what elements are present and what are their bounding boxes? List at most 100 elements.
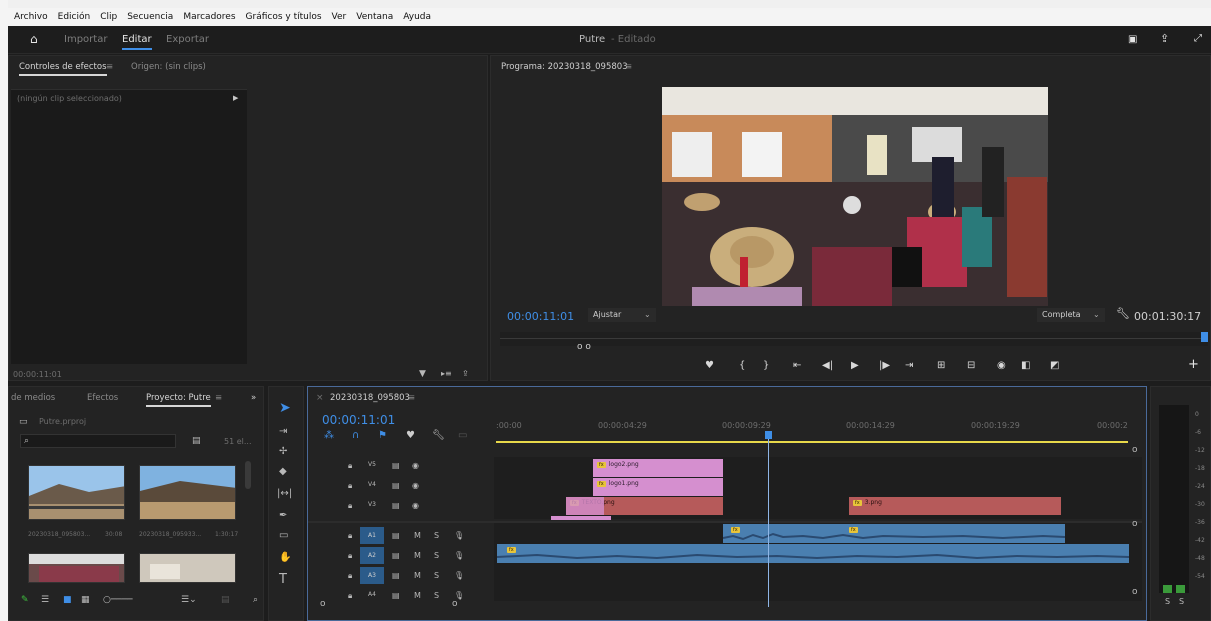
project-item-thumbnail[interactable] (139, 553, 236, 583)
share-icon[interactable]: ⇪ (1160, 33, 1169, 44)
menu-archivo[interactable]: Archivo (14, 12, 48, 22)
hand-tool-icon[interactable]: ✋ (279, 553, 291, 563)
sort-icon[interactable]: ☰⌄ (181, 595, 197, 605)
comparison-view-icon[interactable]: ◧ (1021, 360, 1030, 371)
scroll-handle-top[interactable]: o (1132, 445, 1138, 455)
program-timecode[interactable]: 00:00:11:01 (507, 310, 574, 323)
go-to-in-icon[interactable]: ⇤ (793, 360, 801, 371)
clip-partial[interactable] (551, 516, 611, 520)
scroll-handle-bottom[interactable]: o (1132, 587, 1138, 597)
microphone-icon[interactable]: 🎙︎ (454, 531, 464, 540)
project-menu-icon[interactable]: ≡ (215, 393, 222, 403)
zoom-scroll-handles[interactable]: o o (577, 342, 591, 352)
icon-view-icon[interactable]: ■ (63, 595, 72, 605)
menu-clip[interactable]: Clip (100, 12, 117, 22)
track-label[interactable]: A2 (360, 547, 384, 564)
add-marker-icon[interactable]: ♥ (406, 430, 415, 441)
sync-lock-icon[interactable]: ▤ (392, 571, 400, 580)
menu-edicion[interactable]: Edición (58, 12, 91, 22)
project-item-thumbnail[interactable] (139, 465, 236, 520)
tab-project[interactable]: Proyecto: Putre (146, 393, 211, 407)
lock-icon[interactable]: 🔒︎ (348, 461, 352, 471)
captions-icon[interactable]: ▭ (458, 430, 467, 441)
razor-tool-icon[interactable]: ◆ (279, 467, 287, 477)
eye-icon[interactable]: ◉ (412, 481, 419, 490)
project-item-thumbnail[interactable] (28, 465, 125, 520)
tab-effects[interactable]: Efectos (87, 393, 118, 403)
menu-marcadores[interactable]: Marcadores (183, 12, 235, 22)
effect-controls-menu-icon[interactable]: ≡ (106, 62, 113, 72)
clip-logo1[interactable]: fx logo1.png (593, 478, 723, 496)
mute-button[interactable]: M (414, 531, 421, 540)
audio-clip-a2[interactable]: fx (497, 544, 1129, 563)
snap-icon[interactable]: ∩ (352, 430, 359, 441)
scroll-handle-right[interactable]: o (452, 599, 458, 609)
scroll-handle-mid[interactable]: o (1132, 519, 1138, 529)
camera-icon[interactable]: ◉ (997, 360, 1006, 371)
quick-export-icon[interactable]: ▣ (1128, 35, 1137, 45)
project-scrollbar[interactable] (245, 461, 251, 489)
track-label[interactable]: A3 (360, 567, 384, 584)
tab-importar[interactable]: Importar (64, 34, 107, 45)
mute-button[interactable]: M (414, 591, 421, 600)
eye-icon[interactable]: ◉ (412, 501, 419, 510)
step-back-icon[interactable]: ◀| (822, 360, 833, 371)
scroll-handle-left[interactable]: o (320, 599, 326, 609)
slip-tool-icon[interactable]: |↔| (277, 489, 292, 499)
overwrite-icon[interactable]: ⊟ (967, 360, 975, 371)
add-marker-icon[interactable]: ♥ (705, 360, 714, 371)
new-bin-icon[interactable]: ▤ (192, 436, 201, 446)
work-area-bar[interactable] (496, 441, 1128, 443)
time-ruler[interactable]: :00:00 00:00:04:29 00:00:09:29 00:00:14:… (496, 417, 1136, 443)
audio-clip-a1[interactable]: fx fx (723, 524, 1065, 543)
track-select-icon[interactable]: ⇥ (279, 427, 287, 437)
menu-ver[interactable]: Ver (332, 12, 347, 22)
filter-icon[interactable]: ▼ (419, 369, 426, 379)
clip-3[interactable]: fx 3.png (849, 497, 1061, 515)
vr-video-icon[interactable]: ◩ (1050, 360, 1059, 371)
tab-exportar[interactable]: Exportar (166, 34, 209, 45)
lock-icon[interactable]: 🔒︎ (348, 501, 352, 511)
sync-lock-icon[interactable]: ▤ (392, 481, 400, 490)
microphone-icon[interactable]: 🎙︎ (454, 551, 464, 560)
find-icon[interactable]: ⌕ (253, 595, 258, 605)
lock-icon[interactable]: 🔒︎ (348, 531, 352, 541)
nest-icon[interactable]: ⁂ (324, 430, 334, 441)
menu-ayuda[interactable]: Ayuda (403, 12, 431, 22)
wrench-icon[interactable]: 🔧︎ (1116, 308, 1130, 319)
sequence-menu-icon[interactable]: ≡ (408, 393, 415, 403)
program-scrub-bar[interactable] (500, 332, 1208, 346)
lock-icon[interactable]: 🔒︎ (348, 481, 352, 491)
lock-icon[interactable]: 🔒︎ (348, 591, 352, 601)
solo-left-button[interactable]: S (1165, 597, 1170, 606)
home-icon[interactable]: ⌂ (30, 33, 38, 45)
clip-logo2[interactable]: fx logo2.png (593, 459, 723, 477)
eye-icon[interactable]: ◉ (412, 461, 419, 470)
project-item-thumbnail[interactable] (28, 553, 125, 583)
sync-lock-icon[interactable]: ▤ (392, 591, 400, 600)
lock-icon[interactable]: 🔒︎ (348, 551, 352, 561)
sync-lock-icon[interactable]: ▤ (392, 501, 400, 510)
play-icon[interactable]: ▶ (851, 360, 859, 371)
playhead-handle[interactable] (765, 431, 772, 439)
pencil-icon[interactable]: ✎ (21, 595, 29, 605)
program-menu-icon[interactable]: ≡ (625, 62, 632, 72)
sync-lock-icon[interactable]: ▤ (392, 531, 400, 540)
tab-media-browser[interactable]: de medios (11, 393, 55, 403)
list-view-icon[interactable]: ☰ (41, 595, 49, 605)
tab-effect-controls[interactable]: Controles de efectos (19, 62, 107, 76)
pen-tool-icon[interactable]: ✒ (279, 511, 287, 521)
timeline-timecode[interactable]: 00:00:11:01 (322, 413, 395, 427)
solo-button[interactable]: S (434, 571, 439, 580)
mute-button[interactable]: M (414, 571, 421, 580)
fullscreen-icon[interactable]: ⤢ (1194, 34, 1202, 44)
timeline-playhead[interactable] (768, 431, 769, 607)
menu-ventana[interactable]: Ventana (356, 12, 393, 22)
track-label[interactable]: A1 (360, 527, 384, 544)
step-forward-icon[interactable]: |▶ (879, 360, 890, 371)
solo-button[interactable]: S (434, 551, 439, 560)
timeline-horizontal-scroll[interactable]: o o (320, 599, 460, 609)
tab-editar[interactable]: Editar (122, 34, 152, 50)
quality-dropdown[interactable]: Completa ⌄ (1037, 308, 1105, 322)
ripple-edit-icon[interactable]: ✢ (279, 447, 287, 457)
